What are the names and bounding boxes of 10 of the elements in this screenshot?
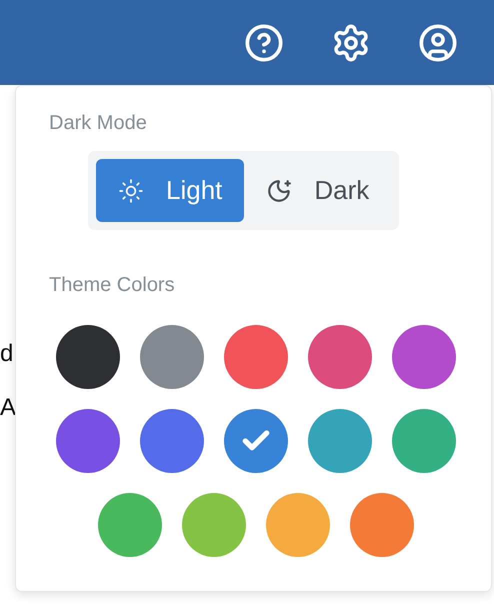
mode-option[interactable]: Dark xyxy=(244,159,392,222)
help-icon[interactable] xyxy=(244,22,284,62)
sun-icon xyxy=(118,178,144,204)
mode-option[interactable]: Light xyxy=(96,159,244,222)
section-title: Dark Mode xyxy=(49,112,147,135)
section-title: Theme Colors xyxy=(49,274,175,297)
background-text: d xyxy=(0,340,14,368)
background-text: A xyxy=(0,394,16,422)
moon-icon xyxy=(266,178,292,204)
user-icon[interactable] xyxy=(418,22,458,62)
